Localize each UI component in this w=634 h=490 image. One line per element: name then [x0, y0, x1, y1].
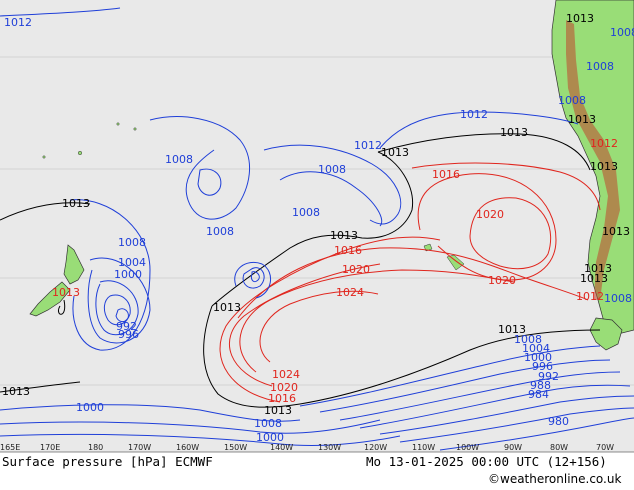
longitude-tick: 70W: [596, 443, 614, 452]
isobar-label: 1008: [206, 225, 234, 238]
isobar-label: 1008: [604, 292, 632, 305]
isobar-label: 1012: [576, 290, 604, 303]
isobar-label: 1013: [2, 385, 30, 398]
isobar-label: 1020: [476, 208, 504, 221]
longitude-tick: 150W: [224, 443, 247, 452]
isobar-label: 1008: [610, 26, 634, 39]
isobar-label: 1013: [62, 197, 90, 210]
isobar-label: 1013: [330, 229, 358, 242]
isobar-label: 1013: [568, 113, 596, 126]
longitude-tick: 165E: [0, 443, 20, 452]
isobar-label: 1024: [272, 368, 300, 381]
isobar-label: 984: [528, 388, 549, 401]
isobar-label: 1013: [566, 12, 594, 25]
isobar-label: 1024: [336, 286, 364, 299]
pressure-map: 1012 1013 1008 1012 1013 1008 1008 1008 …: [0, 0, 634, 490]
isobar-label: 1000: [76, 401, 104, 414]
isobar-label: 1013: [584, 262, 612, 275]
isobar-label: 1008: [292, 206, 320, 219]
isobar-label: 1020: [488, 274, 516, 287]
longitude-tick: 180: [88, 443, 103, 452]
isobar-label: 1013: [590, 160, 618, 173]
isobar-label: 1008: [254, 417, 282, 430]
longitude-tick: 120W: [364, 443, 387, 452]
isobar-label: 1008: [318, 163, 346, 176]
isobar-label: 1008: [586, 60, 614, 73]
isobar-label: 1016: [334, 244, 362, 257]
isobar-label: 1013: [602, 225, 630, 238]
isobar-label: 1020: [342, 263, 370, 276]
credit-link[interactable]: ©weatheronline.co.uk: [488, 472, 621, 486]
isobar-label: 1013: [264, 404, 292, 417]
isobar-label: 980: [548, 415, 569, 428]
isobar-label: 1013: [52, 286, 80, 299]
longitude-tick: 140W: [270, 443, 293, 452]
longitude-tick: 110W: [412, 443, 435, 452]
isobar-label: 1013: [500, 126, 528, 139]
longitude-tick: 160W: [176, 443, 199, 452]
isobar-label: 1013: [498, 323, 526, 336]
longitude-tick: 170W: [128, 443, 151, 452]
isobar-label: 1008: [558, 94, 586, 107]
longitude-tick: 90W: [504, 443, 522, 452]
valid-time: Mo 13-01-2025 00:00 UTC (12+156): [366, 454, 607, 469]
isobar-label: 1012: [4, 16, 32, 29]
longitude-tick: 80W: [550, 443, 568, 452]
isobar-label: 1013: [381, 146, 409, 159]
longitude-tick: 130W: [318, 443, 341, 452]
isobar-label: 1008: [118, 236, 146, 249]
isobar-label: 1013: [213, 301, 241, 314]
isobar-label: 1000: [114, 268, 142, 281]
longitude-tick: 170E: [40, 443, 60, 452]
map-title: Surface pressure [hPa] ECMWF: [2, 454, 213, 469]
isobar-label: 1012: [354, 139, 382, 152]
isobar-label: 1008: [165, 153, 193, 166]
isobar-label: 992: [116, 320, 137, 333]
isobar-label: 1016: [432, 168, 460, 181]
longitude-tick: 100W: [456, 443, 479, 452]
isobar-label: 1012: [590, 137, 618, 150]
isobar-label: 1012: [460, 108, 488, 121]
